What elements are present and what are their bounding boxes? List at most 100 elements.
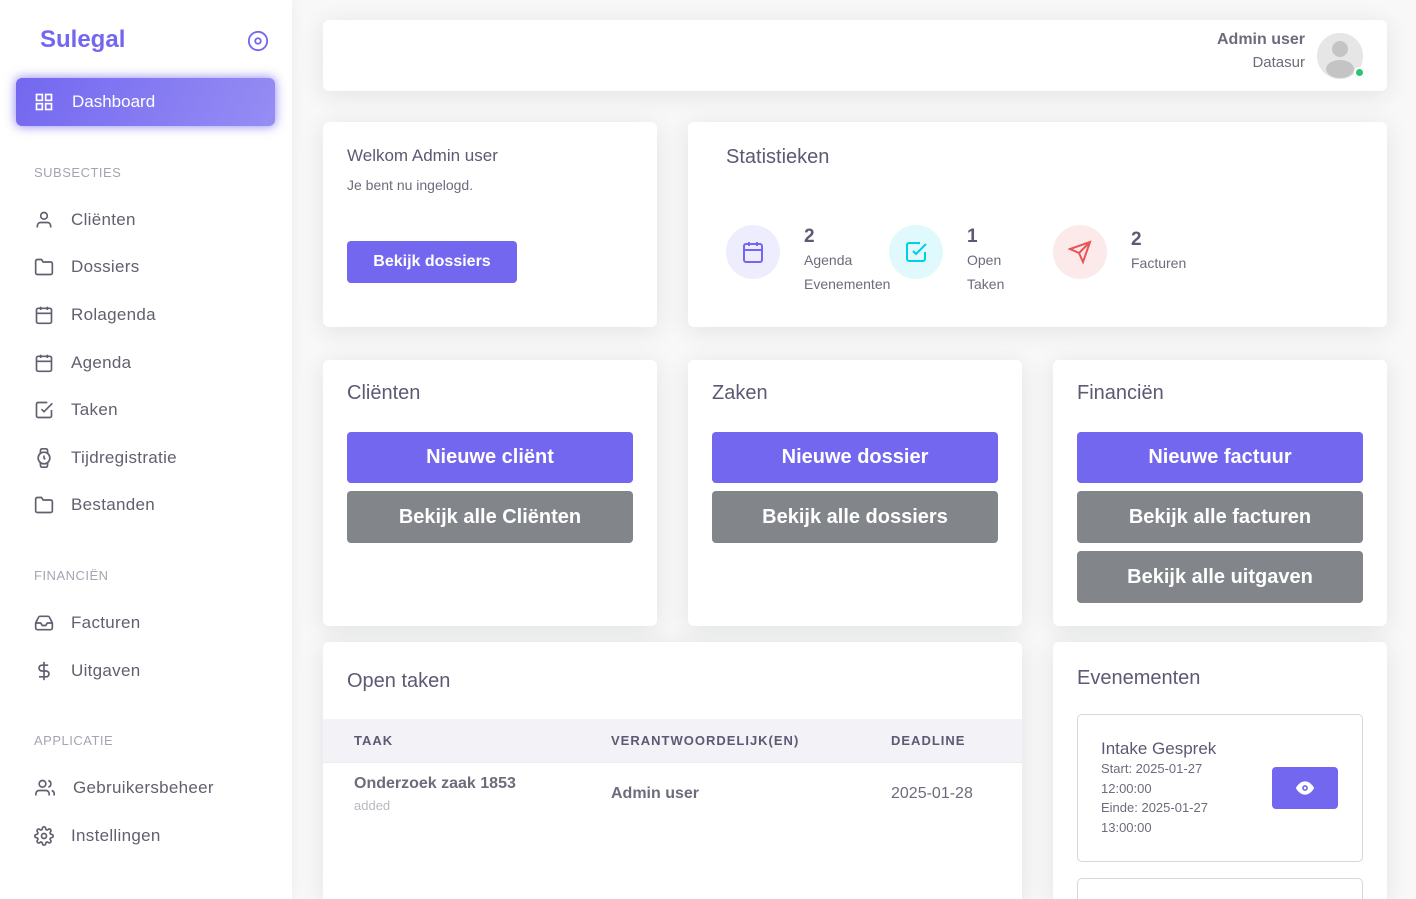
sidebar-item-uitgaven[interactable]: Uitgaven [34,658,141,684]
new-dossier-button[interactable]: Nieuwe dossier [712,432,998,483]
inbox-icon [34,615,54,631]
stat-tasks-value: 1 [967,226,978,247]
sidebar-item-rolagenda[interactable]: Rolagenda [34,302,156,328]
sidebar-item-label: Uitgaven [71,661,141,680]
sidebar-item-label: Tijdregistratie [71,448,177,467]
column-header-owner[interactable]: VERANTWOORDELIJK(EN) [611,733,799,748]
event-title: Intake Gesprek [1101,739,1217,758]
stat-agenda-label-1: Agenda [804,252,853,268]
view-all-dossiers-button[interactable]: Bekijk alle dossiers [712,491,998,543]
stat-tasks-label-2: Taken [967,276,1005,292]
online-status-indicator [1354,67,1365,78]
table-header: TAAK VERANTWOORDELIJK(EN) DEADLINE [323,719,1022,762]
sidebar-item-tijdregistratie[interactable]: Tijdregistratie [34,445,177,471]
stat-agenda-badge [726,225,780,279]
task-owner: Admin user [611,785,700,802]
sidebar-item-label: Instellingen [71,826,161,845]
statistics-card: Statistieken 2 Agenda Evenementen 1 Open… [688,122,1387,327]
folder-icon [34,258,54,276]
send-icon [1068,240,1092,264]
brand-logo[interactable]: Sulegal [40,26,125,54]
sidebar-item-label: Bestanden [71,495,155,514]
stat-agenda-label-2: Evenementen [804,276,891,292]
sidebar-item-instellingen[interactable]: Instellingen [34,823,161,849]
sidebar-item-taken[interactable]: Taken [34,397,118,423]
sidebar-item-label: Agenda [71,353,132,372]
event-item: Intake Gesprek Start: 2025-01-27 12:00:0… [1077,714,1363,862]
sidebar-item-dossiers[interactable]: Dossiers [34,254,140,280]
task-name[interactable]: Onderzoek zaak 1853 [354,775,516,793]
sidebar-item-clienten[interactable]: Cliënten [34,207,136,233]
column-header-task[interactable]: TAAK [354,733,393,748]
task-status: added [354,798,391,813]
view-all-invoices-button[interactable]: Bekijk alle facturen [1077,491,1363,543]
stat-invoices-value: 2 [1131,229,1142,250]
welcome-title: Welkom Admin user [347,146,498,165]
events-title: Evenementen [1077,667,1201,689]
view-event-button[interactable] [1272,767,1338,809]
event-start-date: Start: 2025-01-27 [1101,761,1203,776]
new-invoice-button[interactable]: Nieuwe factuur [1077,432,1363,483]
welcome-subtitle: Je bent nu ingelogd. [347,177,474,193]
sidebar-item-label: Taken [71,400,118,419]
users-icon [35,779,55,796]
stat-tasks-badge [889,225,943,279]
clients-title: Cliënten [347,382,421,404]
sidebar-toggle-icon[interactable] [247,30,269,52]
settings-icon [34,826,54,846]
event-item-partial [1077,878,1363,899]
column-header-deadline[interactable]: DEADLINE [891,733,965,748]
sidebar-item-label: Facturen [71,613,141,632]
user-icon [36,211,52,228]
cases-card: Zaken Nieuwe dossier Bekijk alle dossier… [688,360,1022,626]
check-square-icon [906,242,927,262]
event-end-date: Einde: 2025-01-27 [1101,800,1208,815]
stat-invoices-label: Facturen [1131,255,1187,271]
view-all-expenses-button[interactable]: Bekijk alle uitgaven [1077,551,1363,603]
sidebar-item-label: Rolagenda [71,305,156,324]
sidebar-item-label: Cliënten [71,210,136,229]
sidebar: Sulegal Dashboard SUBSECTIES Cliënten Do… [0,0,292,899]
new-client-button[interactable]: Nieuwe cliënt [347,432,633,483]
sidebar-item-agenda[interactable]: Agenda [34,350,131,376]
section-header-financien: FINANCIËN [34,568,109,583]
clients-card: Cliënten Nieuwe cliënt Bekijk alle Cliën… [323,360,657,626]
user-organization: Datasur [1252,54,1305,71]
view-dossiers-button[interactable]: Bekijk dossiers [347,241,517,283]
finance-card: Financiën Nieuwe factuur Bekijk alle fac… [1053,360,1387,626]
event-end-time: 13:00:00 [1101,820,1152,835]
table-divider [323,762,1022,763]
open-tasks-card: Open taken TAAK VERANTWOORDELIJK(EN) DEA… [323,642,1022,899]
events-card: Evenementen Intake Gesprek Start: 2025-0… [1053,642,1387,899]
section-header-subsecties: SUBSECTIES [34,165,122,180]
calendar-icon [35,306,53,325]
task-deadline: 2025-01-28 [891,785,973,802]
watch-icon [37,448,51,468]
event-start-time: 12:00:00 [1101,781,1152,796]
stat-agenda-value: 2 [804,226,815,247]
dollar-icon [38,661,50,681]
calendar-icon [35,354,53,373]
finance-title: Financiën [1077,382,1164,404]
sidebar-item-gebruikersbeheer[interactable]: Gebruikersbeheer [34,775,214,801]
sidebar-item-label: Dashboard [72,92,156,111]
check-square-icon [35,401,53,419]
sidebar-item-label: Gebruikersbeheer [73,778,214,797]
calendar-icon [743,242,763,263]
view-all-clients-button[interactable]: Bekijk alle Cliënten [347,491,633,543]
sidebar-item-facturen[interactable]: Facturen [34,610,141,636]
eye-icon [1295,781,1315,795]
section-header-applicatie: APPLICATIE [34,733,114,748]
user-name[interactable]: Admin user [1217,31,1305,49]
open-tasks-title: Open taken [347,670,451,692]
welcome-card: Welkom Admin user Je bent nu ingelogd. B… [323,122,657,327]
top-navbar: Admin user Datasur [323,20,1387,91]
cases-title: Zaken [712,382,768,404]
sidebar-item-bestanden[interactable]: Bestanden [34,492,155,518]
sidebar-item-dashboard[interactable]: Dashboard [16,78,275,126]
folder-icon [34,496,54,514]
sidebar-item-label: Dossiers [71,257,140,276]
stat-invoices-badge [1053,225,1107,279]
statistics-title: Statistieken [726,146,830,168]
stat-tasks-label-1: Open [967,252,1002,268]
